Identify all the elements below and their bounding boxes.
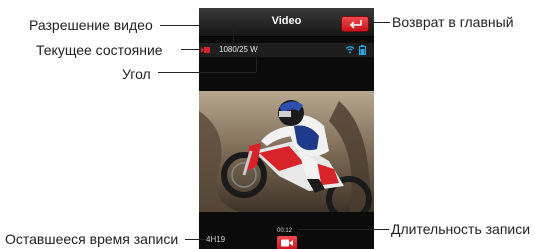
return-arrow-icon [349, 20, 362, 29]
callout-resolution-label: Разрешение видео [29, 17, 153, 33]
callout-rec-duration-label: Длительность записи [391, 221, 531, 237]
callout-resolution-line [160, 25, 233, 26]
back-to-home-button[interactable] [341, 16, 369, 32]
record-button[interactable] [277, 236, 297, 249]
video-resolution: 1080/25 W [219, 45, 258, 54]
battery-icon [359, 45, 366, 55]
callout-remaining-time-label: Оставшееся время записи [5, 231, 179, 247]
callout-back-home-line [369, 22, 390, 23]
callout-remaining-time-line [185, 239, 205, 240]
record-duration: 00:12 [277, 228, 293, 234]
recording-state-icon [201, 47, 210, 53]
bottom-bar: 4H19 00:12 [199, 228, 374, 249]
callout-angle-line [158, 72, 256, 73]
callout-angle-label: Угол [122, 66, 151, 82]
top-bar: Video [199, 8, 374, 37]
wifi-icon [345, 46, 355, 54]
callout-back-home-label: Возврат в главный [392, 14, 514, 30]
status-bar: 1080/25 W [199, 43, 374, 57]
callout-resolution-line-v [233, 25, 234, 45]
callout-angle-line-v [256, 50, 257, 72]
motocross-photo [199, 91, 374, 212]
callout-rec-duration-line [299, 229, 389, 230]
video-camera-icon [281, 239, 293, 247]
callout-current-state-line [181, 49, 201, 50]
callout-current-state-label: Текущее состояние [36, 42, 163, 58]
camera-app-screen: Video 1080/25 W 4H19 00:12 [199, 8, 374, 249]
live-preview-image [199, 91, 374, 212]
remaining-record-time: 4H19 [206, 235, 226, 244]
